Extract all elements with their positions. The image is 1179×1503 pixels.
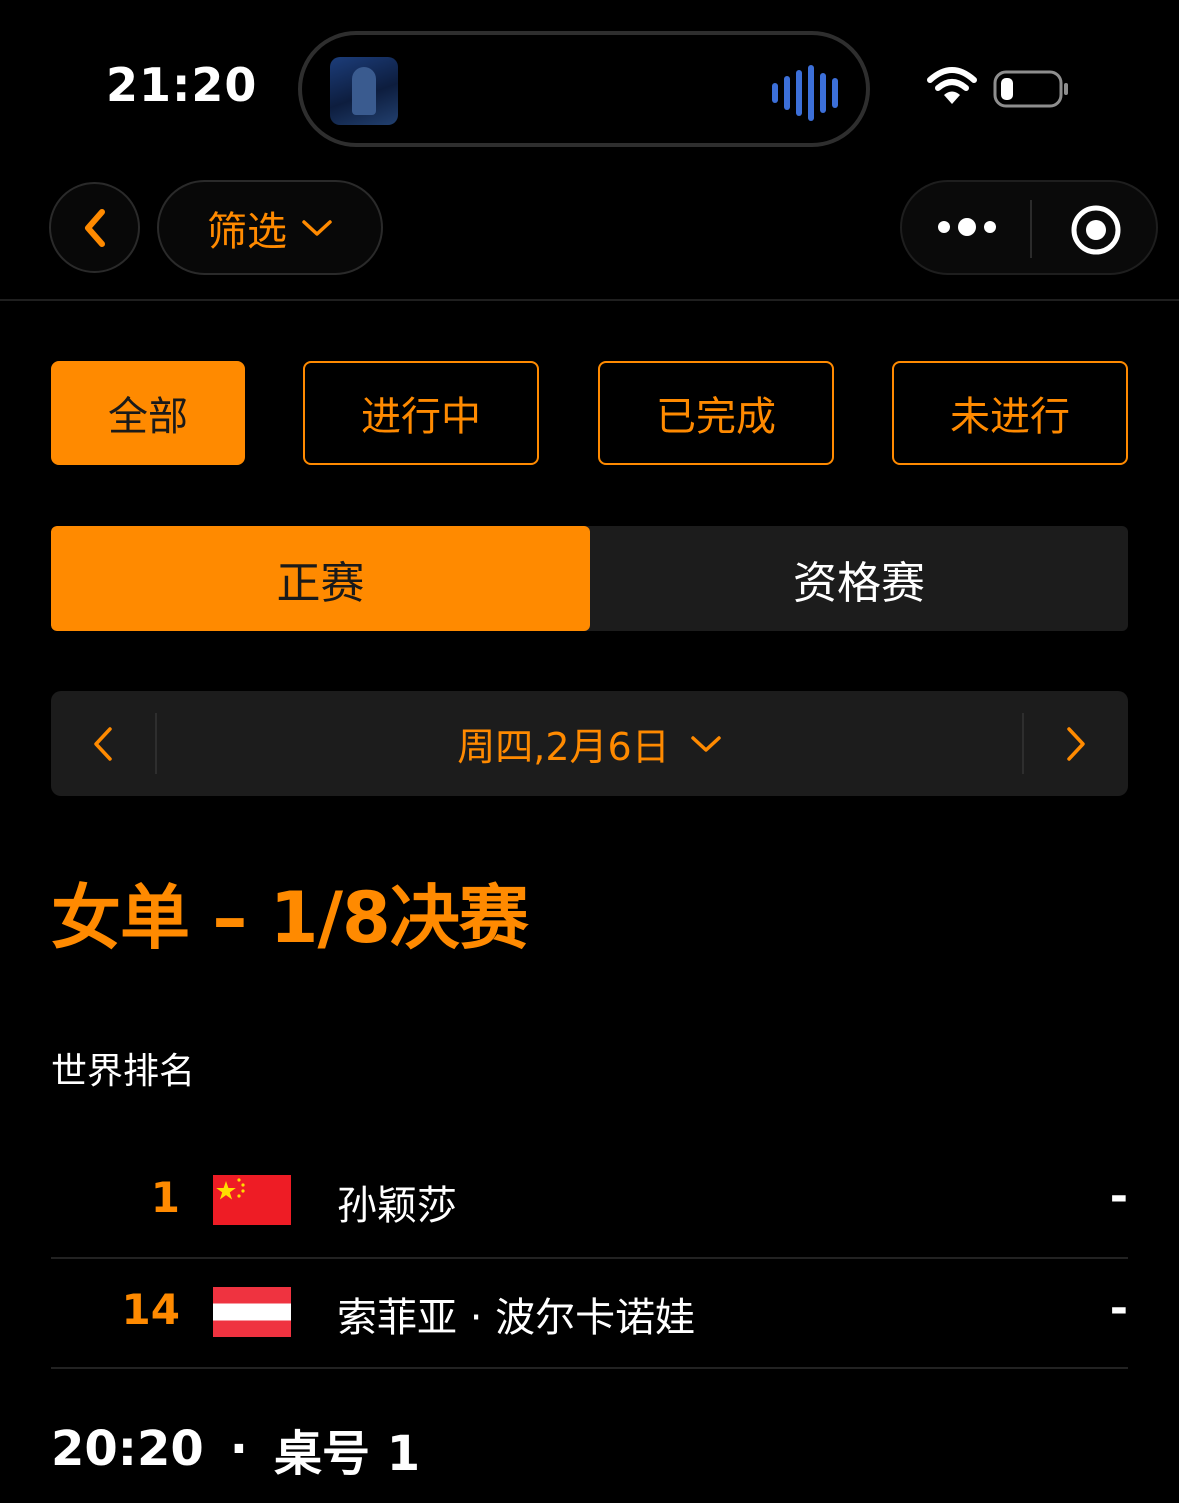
nav-divider [0, 299, 1179, 301]
previous-day-button[interactable] [51, 691, 155, 796]
player-name: 孙颖莎 [337, 1183, 457, 1229]
chevron-down-icon [302, 219, 332, 236]
next-day-button[interactable] [1024, 691, 1128, 796]
match-info: 20:20 · 桌号 1 [51, 1414, 420, 1484]
status-time: 21:20 [106, 58, 258, 112]
chevron-down-icon [690, 735, 721, 752]
player-rank: 1 [150, 1173, 180, 1222]
more-icon[interactable] [938, 218, 996, 236]
tab-main-draw[interactable]: 正赛 [51, 526, 590, 631]
date-dropdown[interactable]: 周四,2月6日 [157, 691, 1022, 796]
dynamic-island[interactable] [298, 31, 870, 147]
filter-dropdown[interactable]: 筛选 [157, 180, 383, 275]
tab-qualifying[interactable]: 资格赛 [590, 526, 1128, 631]
mini-program-capsule [900, 180, 1158, 275]
album-art-icon [330, 57, 398, 125]
filter-all-button[interactable]: 全部 [51, 361, 245, 465]
audio-waveform-icon [772, 65, 838, 121]
date-selector: 周四,2月6日 [51, 691, 1128, 796]
capsule-divider [1030, 200, 1032, 258]
row-divider [51, 1367, 1128, 1369]
chevron-left-icon [84, 208, 105, 247]
match-time: 20:20 [51, 1421, 204, 1477]
filter-label: 筛选 [207, 208, 287, 255]
match-separator: · [229, 1421, 249, 1477]
back-button[interactable] [49, 182, 140, 273]
filter-upcoming-button[interactable]: 未进行 [892, 361, 1128, 465]
table-number: 桌号 1 [274, 1426, 421, 1482]
screen: 21:20 筛选 全部 进行中 已完成 未进行 正赛 资格赛 周四,2月6日 女… [0, 0, 1179, 1503]
player-row[interactable]: 1 孙颖莎 - [51, 1145, 1128, 1257]
player-score: - [1109, 1171, 1128, 1222]
event-title: 女单 – 1/8决赛 [51, 877, 529, 959]
flag-austria-icon [213, 1287, 291, 1337]
player-name: 索菲亚 · 波尔卡诺娃 [337, 1295, 696, 1341]
battery-icon [993, 70, 1068, 108]
ranking-heading: 世界排名 [51, 1051, 196, 1092]
player-rank: 14 [121, 1285, 180, 1334]
chevron-right-icon [1067, 726, 1085, 761]
player-score: - [1109, 1283, 1128, 1334]
close-target-icon[interactable] [1070, 204, 1122, 256]
filter-in-progress-button[interactable]: 进行中 [303, 361, 539, 465]
wifi-icon [927, 67, 977, 104]
filter-completed-button[interactable]: 已完成 [598, 361, 834, 465]
chevron-left-icon [94, 726, 112, 761]
date-label: 周四,2月6日 [457, 725, 670, 769]
player-row[interactable]: 14 索菲亚 · 波尔卡诺娃 - [51, 1257, 1128, 1369]
draw-segment-control: 正赛 资格赛 [51, 526, 1128, 631]
flag-china-icon [213, 1175, 291, 1225]
